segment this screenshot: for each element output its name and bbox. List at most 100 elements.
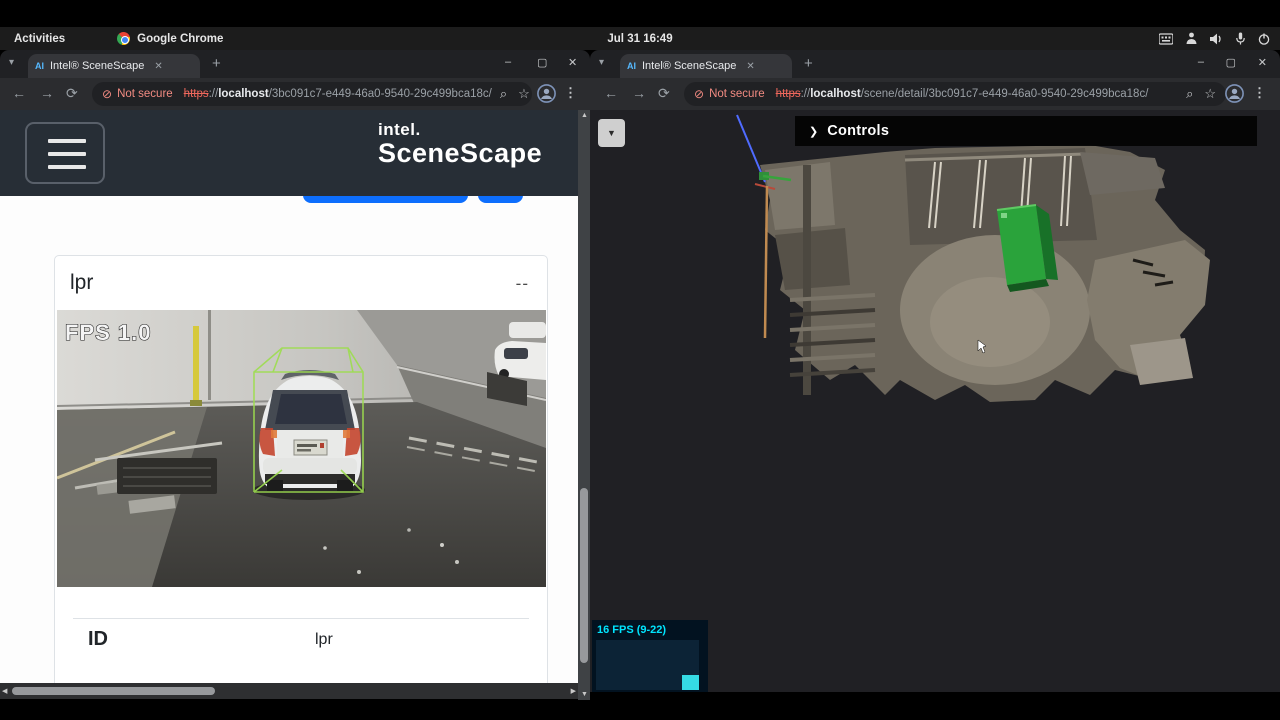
url-separator: :// xyxy=(209,88,219,100)
browser-window-scene: ▾ AI Intel® SceneScape ✕ + – ▢ ✕ ← → ⟳ ⊘… xyxy=(590,50,1280,692)
url-scheme: https xyxy=(776,88,801,100)
url-text: https://localhost/scene/detail/3bc091c7-… xyxy=(776,88,1149,100)
controls-panel-label: Controls xyxy=(827,123,889,139)
maximize-button[interactable]: ▢ xyxy=(537,56,547,69)
focused-app-entry[interactable]: Google Chrome xyxy=(117,32,223,45)
table-header-id: ID xyxy=(88,628,108,651)
zoom-level-icon[interactable]: ⌕ xyxy=(500,86,507,102)
scroll-right-icon[interactable]: ▶ xyxy=(571,687,576,695)
url-host: localhost xyxy=(218,88,268,100)
browser-menu-icon[interactable]: ⋮ xyxy=(564,85,577,101)
fps-graph xyxy=(596,640,699,690)
not-secure-label: Not secure xyxy=(117,88,173,100)
tab-intel-scenescape[interactable]: AI Intel® SceneScape ✕ xyxy=(28,54,200,78)
user-status-icon xyxy=(1186,32,1197,45)
scenescape-camera-page: intel. SceneScape lpr -- xyxy=(0,110,590,700)
table-cell-lpr: lpr xyxy=(315,631,333,649)
forward-button[interactable]: → xyxy=(632,85,646,101)
profile-avatar-icon[interactable] xyxy=(1225,84,1244,103)
fps-overlay: FPS 1.0 xyxy=(65,320,151,345)
tab-search-chevron-icon[interactable]: ▾ xyxy=(599,57,604,68)
close-button[interactable]: ✕ xyxy=(568,56,577,69)
chevron-right-icon: ❯ xyxy=(809,125,818,138)
controls-panel-header[interactable]: ❯ Controls xyxy=(795,116,1257,146)
fps-stats-panel[interactable]: 16 FPS (9-22) xyxy=(592,620,708,692)
close-button[interactable]: ✕ xyxy=(1258,56,1267,69)
not-secure-label: Not secure xyxy=(709,88,765,100)
page-body: lpr -- xyxy=(0,196,578,683)
maximize-button[interactable]: ▢ xyxy=(1226,56,1236,69)
reload-button[interactable]: ⟳ xyxy=(658,85,670,102)
activities-button[interactable]: Activities xyxy=(14,33,65,45)
back-button[interactable]: ← xyxy=(12,85,26,101)
url-path: /scene/detail/3bc091c7-e449-46a0-9540-29… xyxy=(861,88,1149,100)
scroll-up-icon[interactable]: ▲ xyxy=(581,112,588,119)
reload-button[interactable]: ⟳ xyxy=(66,85,78,102)
primary-action-button[interactable] xyxy=(303,196,468,203)
camera-feed-image: FPS 1.0 xyxy=(57,310,546,587)
card-divider xyxy=(73,618,529,619)
url-path: /3bc091c7-e449-46a0-9540-29c499bca18c/ xyxy=(269,88,492,100)
scenescape-favicon: AI xyxy=(627,61,636,71)
tab-title: Intel® SceneScape xyxy=(50,60,144,72)
tab-strip: ▾ AI Intel® SceneScape ✕ + – ▢ ✕ xyxy=(0,50,590,78)
layer-dropdown-button[interactable]: ▼ xyxy=(598,119,625,147)
not-secure-icon: ⊘ xyxy=(694,87,704,101)
browser-toolbar: ← → ⟳ ⊘ Not secure https://localhost/3bc… xyxy=(0,78,590,110)
url-separator: :// xyxy=(801,88,811,100)
vertical-scroll-thumb[interactable] xyxy=(580,488,588,663)
zoom-level-icon[interactable]: ⌕ xyxy=(1186,86,1193,102)
address-bar[interactable]: ⊘ Not secure https://localhost/3bc091c7-… xyxy=(92,82,532,106)
hamburger-menu-button[interactable] xyxy=(25,122,105,184)
keyboard-icon xyxy=(1159,33,1173,45)
forward-button[interactable]: → xyxy=(40,85,54,101)
minimize-button[interactable]: – xyxy=(1198,56,1204,68)
profile-avatar-icon[interactable] xyxy=(537,84,556,103)
scenescape-logo-text: SceneScape xyxy=(378,138,542,169)
url-scheme: https xyxy=(184,88,209,100)
camera-card-lpr: lpr -- xyxy=(54,255,548,683)
ubuntu-top-bar: Activities Google Chrome Jul 31 16:49 xyxy=(0,27,1280,50)
bookmark-star-icon[interactable]: ☆ xyxy=(1204,86,1216,102)
browser-window-camera: ▾ AI Intel® SceneScape ✕ + – ▢ ✕ ← → ⟳ ⊘… xyxy=(0,50,590,700)
not-secure-chip[interactable]: ⊘ Not secure xyxy=(694,87,765,101)
scenescape-logo: intel. SceneScape xyxy=(378,120,542,169)
scene-3d-page[interactable]: ▼ ❯ Controls 16 FPS (9-22) xyxy=(590,110,1280,692)
back-button[interactable]: ← xyxy=(604,85,618,101)
vertical-scrollbar[interactable]: ▲ ▼ xyxy=(578,110,590,700)
system-tray[interactable] xyxy=(1159,27,1270,50)
scroll-left-icon[interactable]: ◀ xyxy=(2,687,7,695)
new-tab-button[interactable]: + xyxy=(212,55,221,72)
url-host: localhost xyxy=(810,88,860,100)
chrome-logo-icon xyxy=(117,32,130,45)
scene-3d-view[interactable] xyxy=(735,110,1265,410)
camera-card-status: -- xyxy=(516,274,529,294)
intel-logo-text: intel. xyxy=(378,120,542,140)
tab-intel-scenescape[interactable]: AI Intel® SceneScape ✕ xyxy=(620,54,792,78)
scroll-down-icon[interactable]: ▼ xyxy=(581,691,588,698)
horizontal-scrollbar[interactable]: ◀ ▶ xyxy=(0,683,578,699)
tab-title: Intel® SceneScape xyxy=(642,60,736,72)
horizontal-scroll-thumb[interactable] xyxy=(12,687,215,695)
url-text: https://localhost/3bc091c7-e449-46a0-954… xyxy=(184,88,492,100)
clock[interactable]: Jul 31 16:49 xyxy=(607,33,672,45)
browser-menu-icon[interactable]: ⋮ xyxy=(1253,85,1266,101)
not-secure-chip[interactable]: ⊘ Not secure xyxy=(102,87,173,101)
not-secure-icon: ⊘ xyxy=(102,87,112,101)
tab-strip: ▾ AI Intel® SceneScape ✕ + – ▢ ✕ xyxy=(590,50,1280,78)
address-bar[interactable]: ⊘ Not secure https://localhost/scene/det… xyxy=(684,82,1226,106)
minimize-button[interactable]: – xyxy=(505,56,511,68)
scenescape-header: intel. SceneScape xyxy=(0,110,578,196)
volume-icon xyxy=(1210,33,1223,45)
fps-graph-bar xyxy=(682,675,699,690)
tab-close-icon[interactable]: ✕ xyxy=(154,61,162,72)
camera-card-title: lpr xyxy=(70,271,93,295)
tab-close-icon[interactable]: ✕ xyxy=(746,61,754,72)
power-icon xyxy=(1258,33,1270,45)
tab-search-chevron-icon[interactable]: ▾ xyxy=(9,57,14,68)
scenescape-favicon: AI xyxy=(35,61,44,71)
secondary-action-button[interactable] xyxy=(478,196,523,203)
bookmark-star-icon[interactable]: ☆ xyxy=(518,86,530,102)
new-tab-button[interactable]: + xyxy=(804,55,813,72)
fps-stats-label: 16 FPS (9-22) xyxy=(592,620,708,636)
